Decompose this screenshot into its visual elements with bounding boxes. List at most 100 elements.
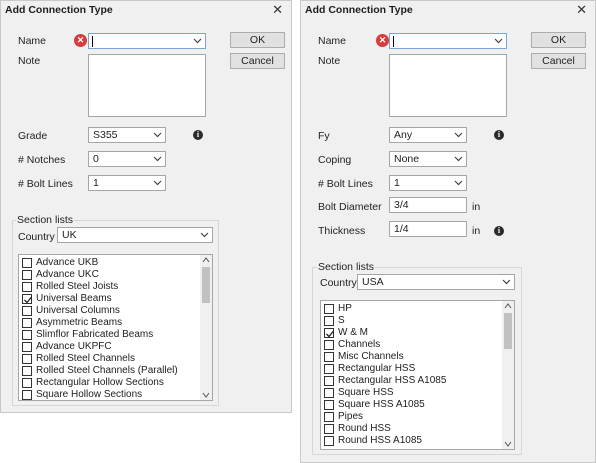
note-textarea[interactable] [88, 54, 206, 117]
checkbox[interactable] [22, 270, 32, 280]
checkbox[interactable] [22, 258, 32, 268]
list-item[interactable]: Advance UKPFC [19, 341, 200, 353]
list-item-label: W & M [338, 327, 368, 338]
thickness-input[interactable]: 1/4 [389, 221, 467, 237]
country-select[interactable]: UK [57, 227, 213, 243]
list-item[interactable]: Round HSS A1085 [321, 435, 502, 447]
list-item-label: Rolled Steel Channels [36, 353, 135, 364]
list-item[interactable]: Rectangular HSS [321, 363, 502, 375]
list-item-label: Rolled Steel Channels (Parallel) [36, 365, 178, 376]
list-item[interactable]: Round HSS [321, 423, 502, 435]
checkbox-checked[interactable] [22, 294, 33, 304]
ok-button[interactable]: OK [531, 32, 586, 48]
name-combo[interactable] [389, 33, 507, 49]
checkbox[interactable] [324, 412, 334, 422]
list-item[interactable]: Square HSS [321, 387, 502, 399]
scroll-thumb[interactable] [504, 313, 512, 349]
close-icon[interactable]: ✕ [576, 2, 587, 18]
list-item[interactable]: Misc Channels [321, 351, 502, 363]
add-connection-type-dialog-uk: Add Connection Type ✕ Name ✕ OK Cancel N… [0, 0, 292, 413]
checkbox[interactable] [324, 436, 334, 446]
list-item[interactable]: Rolled Steel Joists [19, 281, 200, 293]
list-item[interactable]: Pipes [321, 411, 502, 423]
scroll-down-icon[interactable] [504, 441, 512, 447]
list-scrollbar[interactable] [502, 301, 514, 449]
cancel-button[interactable]: Cancel [230, 53, 285, 69]
checkbox[interactable] [22, 378, 32, 388]
checkbox[interactable] [22, 318, 32, 328]
checkbox[interactable] [22, 366, 32, 376]
section-list[interactable]: HP S W & M Channels Misc Channels Rectangular… [320, 300, 515, 450]
checkbox[interactable] [324, 304, 334, 314]
checkbox[interactable] [324, 364, 334, 374]
chevron-down-icon [494, 38, 503, 44]
checkbox[interactable] [22, 306, 32, 316]
thickness-label: Thickness [318, 225, 366, 237]
list-item[interactable]: Square Hollow Sections [19, 389, 200, 400]
section-list[interactable]: Advance UKB Advance UKC Rolled Steel Joist… [18, 254, 213, 401]
list-item-label: S [338, 315, 345, 326]
cancel-button[interactable]: Cancel [531, 53, 586, 69]
dialog-title: Add Connection Type [5, 4, 113, 16]
list-item[interactable]: Rectangular HSS A1085 [321, 375, 502, 387]
bolt-lines-select[interactable]: 1 [88, 175, 166, 191]
list-item[interactable]: Rolled Steel Channels (Parallel) [19, 365, 200, 377]
checkbox[interactable] [22, 390, 32, 400]
checkbox[interactable] [324, 376, 334, 386]
checkbox[interactable] [324, 316, 334, 326]
list-item[interactable]: W & M [321, 327, 502, 339]
list-item-label: Advance UKC [36, 269, 99, 280]
fy-select[interactable]: Any [389, 127, 467, 143]
list-item-label: Universal Columns [36, 305, 120, 316]
list-item[interactable]: Slimflor Fabricated Beams [19, 329, 200, 341]
list-item-label: Slimflor Fabricated Beams [36, 329, 154, 340]
list-item[interactable]: HP [321, 303, 502, 315]
info-icon[interactable]: i [494, 130, 504, 140]
bolt-diameter-label: Bolt Diameter [318, 201, 382, 213]
list-item[interactable]: Asymmetric Beams [19, 317, 200, 329]
checkbox-checked[interactable] [324, 328, 335, 338]
scroll-up-icon[interactable] [202, 257, 210, 263]
info-icon[interactable]: i [494, 226, 504, 236]
checkbox[interactable] [324, 340, 334, 350]
checkbox[interactable] [324, 352, 334, 362]
bolt-diameter-input[interactable]: 3/4 [389, 197, 467, 213]
checkbox[interactable] [22, 342, 32, 352]
list-item-label: Rectangular HSS A1085 [338, 375, 447, 386]
note-textarea[interactable] [389, 54, 507, 117]
checkbox[interactable] [324, 388, 334, 398]
checkbox[interactable] [22, 330, 32, 340]
notches-select[interactable]: 0 [88, 151, 166, 167]
list-item[interactable]: Rectangular Hollow Sections [19, 377, 200, 389]
list-item[interactable]: S [321, 315, 502, 327]
checkbox[interactable] [22, 282, 32, 292]
country-select[interactable]: USA [357, 274, 515, 290]
list-item-label: Square Hollow Sections [36, 389, 143, 400]
name-combo[interactable] [88, 33, 206, 49]
list-item[interactable]: Universal Beams [19, 293, 200, 305]
grade-select[interactable]: S355 [88, 127, 166, 143]
bolt-lines-select[interactable]: 1 [389, 175, 467, 191]
list-item[interactable]: Advance UKB [19, 257, 200, 269]
list-item-label: Square HSS [338, 387, 394, 398]
list-item[interactable]: Square HSS A1085 [321, 399, 502, 411]
close-icon[interactable]: ✕ [272, 2, 283, 18]
chevron-down-icon [153, 180, 162, 186]
dialog-title: Add Connection Type [305, 4, 413, 16]
coping-select[interactable]: None [389, 151, 467, 167]
ok-button[interactable]: OK [230, 32, 285, 48]
list-item[interactable]: Universal Columns [19, 305, 200, 317]
scroll-down-icon[interactable] [202, 392, 210, 398]
list-item[interactable]: Advance UKC [19, 269, 200, 281]
info-icon[interactable]: i [193, 130, 203, 140]
list-item[interactable]: Rolled Steel Channels [19, 353, 200, 365]
list-scrollbar[interactable] [200, 255, 212, 400]
checkbox[interactable] [324, 400, 334, 410]
checkbox[interactable] [324, 424, 334, 434]
chevron-down-icon [153, 132, 162, 138]
scroll-up-icon[interactable] [504, 303, 512, 309]
list-item[interactable]: Channels [321, 339, 502, 351]
title-bar: Add Connection Type ✕ [301, 1, 595, 19]
checkbox[interactable] [22, 354, 32, 364]
scroll-thumb[interactable] [202, 267, 210, 303]
